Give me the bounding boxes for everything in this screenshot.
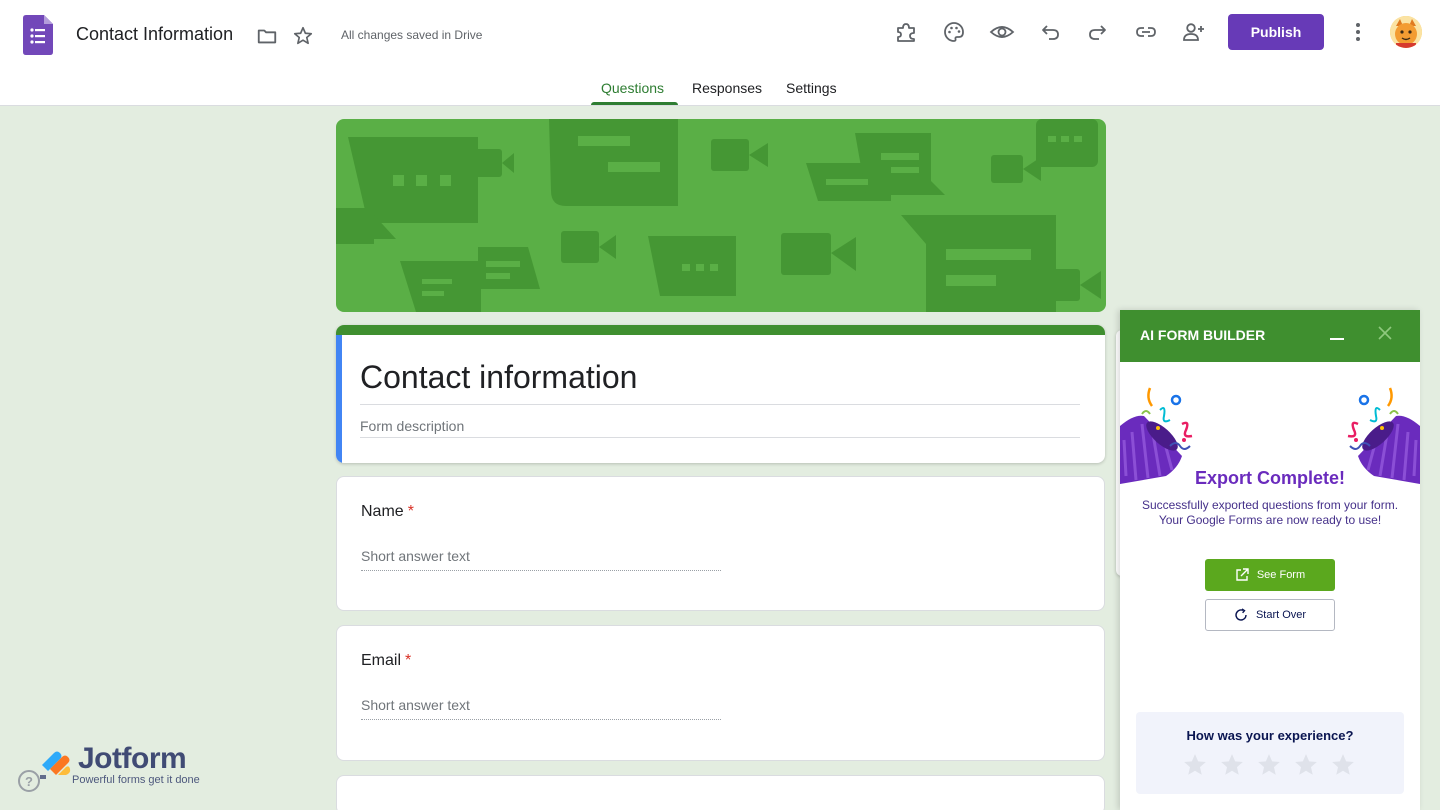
form-title[interactable]: Contact information	[360, 359, 637, 396]
redo-icon[interactable]	[1084, 18, 1112, 46]
required-asterisk: *	[405, 652, 412, 669]
addon-icon[interactable]	[892, 18, 920, 46]
refresh-icon	[1235, 608, 1247, 621]
rating-star-icon[interactable]	[1330, 752, 1356, 778]
description-underline	[360, 437, 1080, 438]
external-link-icon	[1236, 568, 1249, 581]
undo-icon[interactable]	[1036, 18, 1064, 46]
see-form-button[interactable]: See Form	[1205, 559, 1335, 591]
tab-settings[interactable]: Settings	[786, 80, 837, 96]
export-message-line: Your Google Forms are now ready to use!	[1158, 513, 1382, 527]
rating-star-icon[interactable]	[1256, 752, 1282, 778]
title-underline	[360, 404, 1080, 405]
header-banner-image	[336, 119, 1106, 312]
feedback-box: How was your experience?	[1136, 712, 1404, 794]
close-icon[interactable]	[1376, 324, 1394, 342]
short-answer-placeholder: Short answer text	[361, 697, 470, 713]
question-label: Email *	[361, 652, 412, 669]
rating-star-icon[interactable]	[1293, 752, 1319, 778]
star-rating	[1182, 752, 1356, 778]
avatar[interactable]	[1390, 16, 1422, 48]
tab-questions[interactable]: Questions	[601, 80, 664, 96]
help-icon[interactable]: ?	[18, 770, 40, 792]
export-message-line: Successfully exported questions from you…	[1141, 498, 1399, 512]
minimize-icon[interactable]	[1330, 338, 1344, 340]
tab-responses[interactable]: Responses	[692, 80, 762, 96]
focus-indicator-bar	[336, 335, 342, 463]
export-message: Successfully exported questions from you…	[1130, 498, 1410, 528]
add-collaborator-icon[interactable]	[1180, 18, 1208, 46]
active-tab-indicator	[591, 102, 678, 105]
theme-color-bar	[336, 325, 1105, 335]
ai-form-builder-panel: AI FORM BUILDER Export Complete! Success…	[1120, 310, 1420, 810]
google-forms-logo-icon[interactable]	[23, 15, 53, 55]
jotform-tagline: Powerful forms get it done	[72, 774, 200, 786]
tab-bar: Questions Responses Settings	[0, 66, 1440, 106]
answer-underline	[361, 570, 721, 571]
panel-header: AI FORM BUILDER	[1120, 310, 1420, 362]
folder-icon[interactable]	[253, 22, 281, 50]
jotform-logo-icon	[38, 745, 74, 781]
rating-star-icon[interactable]	[1219, 752, 1245, 778]
form-description-field[interactable]: Form description	[360, 418, 464, 434]
see-form-label: See Form	[1256, 569, 1306, 581]
export-complete-heading: Export Complete!	[1194, 468, 1345, 488]
question-card-partial[interactable]	[336, 775, 1105, 810]
publish-button[interactable]: Publish	[1228, 14, 1324, 50]
save-status: All changes saved in Drive	[341, 28, 483, 42]
start-over-button[interactable]: Start Over	[1205, 599, 1335, 631]
answer-underline	[361, 719, 721, 720]
document-title[interactable]: Contact Information	[76, 24, 233, 45]
question-label: Name *	[361, 503, 414, 520]
star-icon[interactable]	[289, 22, 317, 50]
question-card-email[interactable]: Email * Short answer text	[336, 625, 1105, 761]
question-card-name[interactable]: Name * Short answer text	[336, 476, 1105, 611]
more-vert-icon[interactable]	[1344, 18, 1372, 46]
form-title-card[interactable]: Contact information Form description	[336, 325, 1105, 463]
feedback-question: How was your experience?	[1186, 728, 1354, 743]
palette-icon[interactable]	[940, 18, 968, 46]
preview-icon[interactable]	[988, 18, 1016, 46]
rating-star-icon[interactable]	[1182, 752, 1208, 778]
short-answer-placeholder: Short answer text	[361, 548, 470, 564]
panel-title: AI FORM BUILDER	[1140, 327, 1266, 343]
app-header: Contact Information All changes saved in…	[0, 0, 1440, 106]
required-asterisk: *	[407, 503, 414, 520]
start-over-label: Start Over	[1255, 609, 1307, 621]
jotform-brand: Jotform	[78, 742, 187, 775]
link-icon[interactable]	[1132, 18, 1160, 46]
